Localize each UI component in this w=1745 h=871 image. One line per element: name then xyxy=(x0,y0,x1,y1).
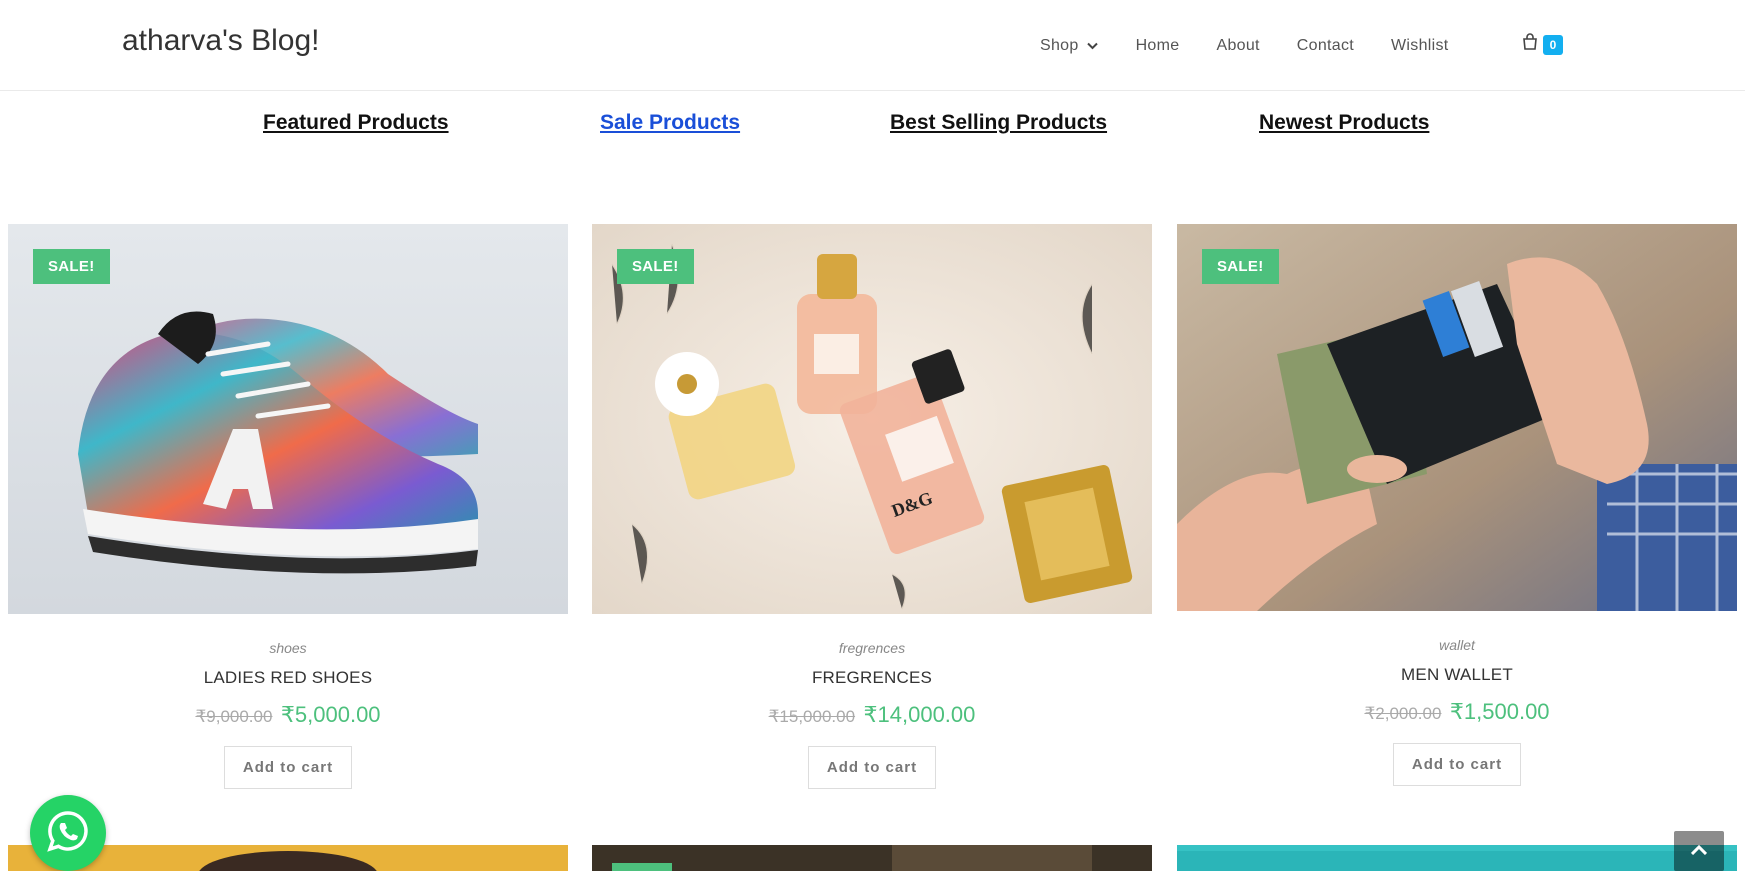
product-category[interactable]: shoes xyxy=(8,640,568,656)
add-to-cart-button[interactable]: Add to cart xyxy=(807,746,937,789)
product-title[interactable]: LADIES RED SHOES xyxy=(8,668,568,688)
old-price: ₹2,000.00 xyxy=(1364,704,1442,723)
product-title[interactable]: FREGRENCES xyxy=(592,668,1152,688)
old-price: ₹15,000.00 xyxy=(768,707,856,726)
sale-price: ₹5,000.00 xyxy=(280,702,381,727)
nav-item-home[interactable]: Home xyxy=(1136,37,1180,55)
product-category[interactable]: wallet xyxy=(1177,637,1737,653)
nav-item-label: Home xyxy=(1135,36,1180,54)
product-image[interactable]: SALE! xyxy=(8,224,568,614)
product-price: ₹9,000.00 ₹5,000.00 xyxy=(8,702,568,728)
product-image[interactable] xyxy=(592,845,1152,871)
chevron-up-icon xyxy=(1690,842,1708,860)
product-card: SALE! shoes LADIES RED SHOES ₹9,000.00 ₹… xyxy=(8,224,568,789)
nav-item-label: Contact xyxy=(1296,36,1355,54)
sale-price: ₹14,000.00 xyxy=(863,702,976,727)
product-price: ₹2,000.00 ₹1,500.00 xyxy=(1177,699,1737,725)
product-tabs: Featured Products Sale Products Best Sel… xyxy=(0,111,1745,141)
sale-badge: SALE! xyxy=(33,249,110,284)
shopping-bag-icon xyxy=(1521,33,1539,56)
nav-item-shop[interactable]: Shop xyxy=(1040,37,1099,55)
whatsapp-chat-button[interactable] xyxy=(30,795,106,871)
nav-item-wishlist[interactable]: Wishlist xyxy=(1391,37,1449,55)
sale-badge: SALE! xyxy=(1202,249,1279,284)
product-title[interactable]: MEN WALLET xyxy=(1177,665,1737,685)
site-title[interactable]: atharva's Blog! xyxy=(122,24,320,58)
sale-badge: SALE! xyxy=(617,249,694,284)
tab-best-selling-products[interactable]: Best Selling Products xyxy=(890,111,1107,135)
nav-item-label: About xyxy=(1216,36,1260,54)
product-card: D&G SALE! fregrences FREGRENCES ₹15,000.… xyxy=(592,224,1152,789)
cart-count-badge: 0 xyxy=(1543,34,1563,55)
whatsapp-icon xyxy=(46,809,90,858)
nav-item-about[interactable]: About xyxy=(1216,37,1259,55)
add-to-cart-button[interactable]: Add to cart xyxy=(1392,743,1522,786)
product-price: ₹15,000.00 ₹14,000.00 xyxy=(592,702,1152,728)
site-header: atharva's Blog! Shop Home About Contact … xyxy=(0,0,1745,91)
scroll-to-top-button[interactable] xyxy=(1674,831,1724,871)
tab-featured-products[interactable]: Featured Products xyxy=(263,111,449,135)
main-nav: Shop Home About Contact Wishlist xyxy=(1040,0,1486,91)
cart-button[interactable]: 0 xyxy=(1521,33,1563,56)
product-card: SALE! wallet MEN WALLET ₹2,000.00 ₹1,500… xyxy=(1177,224,1737,786)
product-category[interactable]: fregrences xyxy=(592,640,1152,656)
product-image[interactable]: D&G SALE! xyxy=(592,224,1152,614)
sale-price: ₹1,500.00 xyxy=(1449,699,1550,724)
add-to-cart-button[interactable]: Add to cart xyxy=(223,746,353,789)
product-image[interactable]: SALE! xyxy=(1177,224,1737,611)
product-image[interactable] xyxy=(1177,845,1737,871)
old-price: ₹9,000.00 xyxy=(195,707,273,726)
nav-item-label: Shop xyxy=(1040,36,1079,54)
chevron-down-icon xyxy=(1086,40,1099,52)
tab-newest-products[interactable]: Newest Products xyxy=(1259,111,1429,135)
tab-sale-products[interactable]: Sale Products xyxy=(600,111,740,135)
nav-item-contact[interactable]: Contact xyxy=(1297,37,1354,55)
nav-item-label: Wishlist xyxy=(1391,36,1449,54)
